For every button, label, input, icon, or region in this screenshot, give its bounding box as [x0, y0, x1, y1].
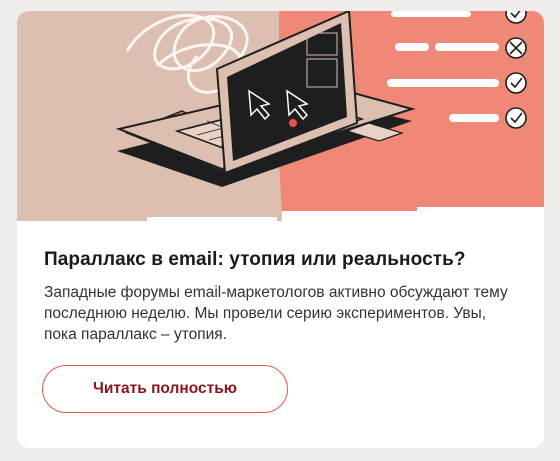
checkbox-x-icon [505, 37, 527, 59]
read-more-button[interactable]: Читать полностью [42, 365, 288, 413]
checkbox-check-icon [505, 72, 527, 94]
article-title: Параллакс в email: утопия или реальность… [44, 249, 466, 270]
laptop-illustration [17, 11, 544, 221]
article-card: Параллакс в email: утопия или реальность… [17, 11, 544, 448]
article-description: Западные форумы email-маркетологов актив… [44, 284, 508, 343]
checkbox-check-icon [505, 107, 527, 129]
checkbox-check-icon [505, 11, 527, 24]
